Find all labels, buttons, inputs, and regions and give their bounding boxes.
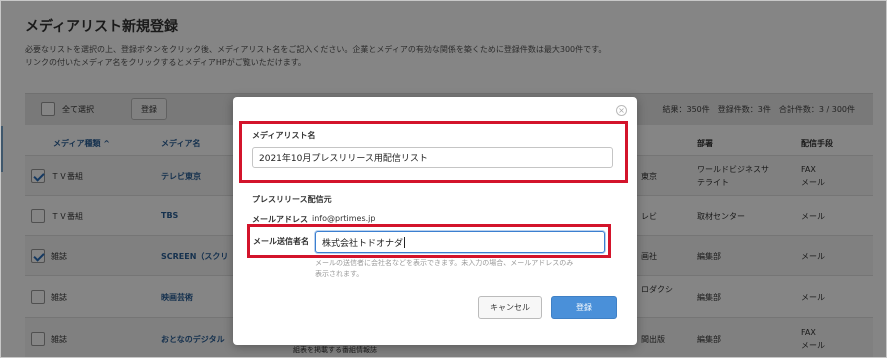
sender-note-line2: 表示されます。 <box>315 270 364 278</box>
submit-button[interactable]: 登録 <box>551 296 617 319</box>
app-frame: メディアリスト新規登録 必要なリストを選択の上、登録ボタンをクリック後、メディア… <box>0 0 887 358</box>
list-name-label: メディアリスト名 <box>252 131 316 140</box>
cancel-button[interactable]: キャンセル <box>478 296 542 319</box>
close-icon[interactable]: × <box>616 105 627 116</box>
sender-name-label: メール送信者名 <box>253 237 309 246</box>
sender-note-line1: メールの送信者に会社名などを表示できます。未入力の場合、メールアドレスのみ <box>315 259 574 267</box>
sender-name-input[interactable]: 株式会社トドオナダ <box>315 231 605 253</box>
list-name-input[interactable]: 2021年10月プレスリリース用配信リスト <box>252 147 613 168</box>
media-list-modal: × メディアリスト名 2021年10月プレスリリース用配信リスト プレスリリース… <box>233 97 637 345</box>
sender-section-label: プレスリリース配信元 <box>252 195 332 204</box>
mail-address-value: info@prtimes.jp <box>312 214 376 223</box>
